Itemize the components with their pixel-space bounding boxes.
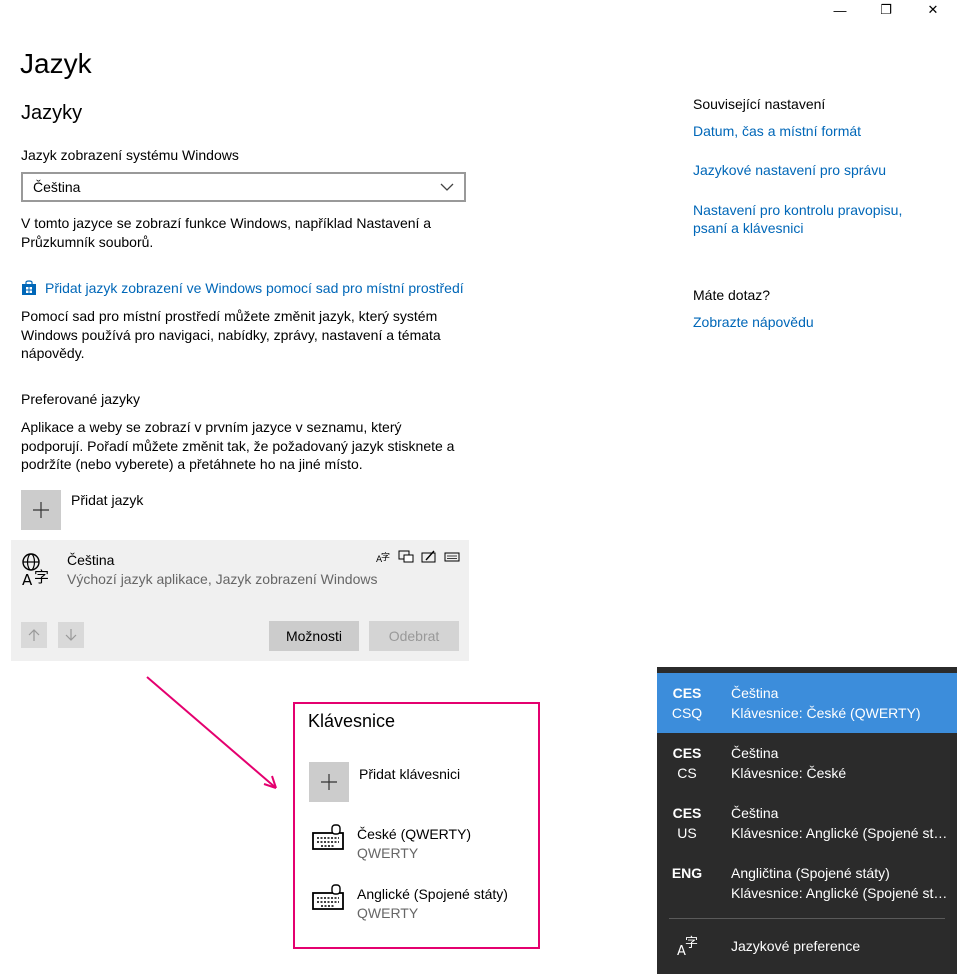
language-card-cestina[interactable]: A 字 Čeština Výchozí jazyk aplikace, Jazy… [11, 540, 469, 661]
svg-text:字: 字 [34, 568, 49, 586]
text-to-speech-icon: A字 [376, 551, 390, 564]
flyout-code-lang: CES [672, 745, 702, 761]
language-preferences-label: Jazykové preference [731, 938, 861, 954]
link-date-time-region[interactable]: Datum, čas a místní formát [693, 122, 861, 140]
flyout-lang: Čeština [731, 685, 779, 701]
display-language-select[interactable]: Čeština [21, 172, 466, 202]
page-title: Jazyk [20, 48, 92, 79]
flyout-code-lang: ENG [671, 865, 703, 881]
keyboard-item[interactable]: Anglické (Spojené státy) QWERTY [309, 882, 529, 922]
close-button[interactable]: ✕ [910, 0, 956, 20]
svg-text:字: 字 [381, 551, 390, 563]
flyout-item-ces-us[interactable]: CES US Čeština Klávesnice: Anglické (Spoje… [657, 793, 957, 853]
language-preferences-icon: A 字 [677, 936, 698, 957]
keyboard-layout: QWERTY [357, 845, 419, 861]
flyout-code-kb: CSQ [671, 705, 703, 721]
close-icon: ✕ [927, 2, 939, 17]
remove-button[interactable]: Odebrat [369, 621, 459, 651]
flyout-kb: Klávesnice: Anglické (Spojené státy) [731, 825, 951, 841]
chevron-down-icon [440, 183, 454, 191]
move-up-button[interactable] [21, 622, 47, 648]
restore-icon: ❐ [880, 2, 892, 17]
add-display-language-description: Pomocí sad pro místní prostředí můžete z… [21, 308, 441, 361]
store-icon [22, 280, 36, 295]
svg-text:字: 字 [685, 936, 698, 951]
flyout-lang: Čeština [731, 805, 779, 821]
add-language-button[interactable] [21, 490, 61, 530]
keyboard-name: Anglické (Spojené státy) [357, 886, 508, 902]
speech-icon [398, 550, 414, 563]
minimize-icon: — [833, 2, 847, 18]
add-keyboard-button[interactable] [309, 762, 349, 802]
flyout-item-eng[interactable]: ENG Angličtina (Spojené státy) Klávesnice… [657, 853, 957, 913]
flyout-code-kb: US [677, 825, 697, 841]
keyboard-icon [312, 824, 344, 850]
svg-text:A: A [22, 571, 33, 588]
add-display-language-link-label: Přidat jazyk zobrazení ve Windows pomocí… [45, 280, 464, 296]
flyout-code-lang: CES [672, 685, 702, 701]
language-detail: Výchozí jazyk aplikace, Jazyk zobrazení … [67, 571, 378, 587]
arrow-down-icon [65, 629, 77, 641]
keyboard-icon [444, 552, 460, 562]
handwriting-icon [421, 550, 436, 563]
flyout-divider [669, 918, 945, 919]
question-heading: Máte dotaz? [693, 287, 771, 303]
flyout-kb: Klávesnice: České (QWERTY) [731, 705, 921, 721]
keyboard-icon [312, 884, 344, 910]
arrow-up-icon [28, 629, 40, 641]
flyout-kb: Klávesnice: Anglické (Spojené státy) [731, 885, 951, 901]
input-switcher-flyout: CES CSQ Čeština Klávesnice: České (QWERTY)… [657, 667, 957, 974]
keyboard-layout: QWERTY [357, 905, 419, 921]
move-down-button[interactable] [58, 622, 84, 648]
plus-icon [321, 774, 337, 790]
flyout-lang: Čeština [731, 745, 779, 761]
keyboard-panel: Klávesnice Přidat klávesnici České (QWER… [293, 702, 540, 949]
flyout-code-lang: CES [672, 805, 702, 821]
keyboard-name: České (QWERTY) [357, 826, 472, 842]
language-icon: A 字 [22, 553, 49, 588]
link-spelling-typing-keyboard[interactable]: Nastavení pro kontrolu pravopisu, psaní … [693, 201, 923, 237]
flyout-item-ces-cs[interactable]: CES CS Čeština Klávesnice: České [657, 733, 957, 793]
display-language-description: V tomto jazyce se zobrazí funkce Windows… [21, 215, 432, 250]
add-keyboard-label: Přidat klávesnici [359, 766, 461, 782]
restore-button[interactable]: ❐ [863, 0, 909, 20]
display-language-label: Jazyk zobrazení systému Windows [21, 147, 239, 163]
flyout-code-kb: CS [677, 765, 697, 781]
options-button[interactable]: Možnosti [269, 621, 359, 651]
preferred-languages-description: Aplikace a weby se zobrazí v prvním jazy… [21, 419, 455, 472]
keyboard-item[interactable]: České (QWERTY) QWERTY [309, 822, 529, 862]
add-display-language-link[interactable]: Přidat jazyk zobrazení ve Windows pomocí… [21, 279, 464, 297]
add-language-label: Přidat jazyk [71, 492, 144, 508]
related-settings-heading: Související nastavení [693, 96, 826, 112]
flyout-kb: Klávesnice: České [731, 765, 847, 781]
plus-icon [33, 502, 49, 518]
language-name: Čeština [67, 552, 115, 568]
keyboard-panel-title: Klávesnice [308, 711, 396, 731]
preferred-languages-label: Preferované jazyky [21, 391, 141, 407]
language-preferences-button[interactable]: A 字 Jazykové preference [657, 923, 957, 973]
link-admin-language[interactable]: Jazykové nastavení pro správu [693, 161, 886, 179]
help-link[interactable]: Zobrazte nápovědu [693, 313, 814, 331]
flyout-lang: Angličtina (Spojené státy) [731, 865, 890, 881]
section-title: Jazyky [21, 102, 83, 124]
flyout-item-ces-csq[interactable]: CES CSQ Čeština Klávesnice: České (QWERTY) [657, 673, 957, 733]
display-language-value: Čeština [33, 179, 81, 195]
minimize-button[interactable]: — [817, 0, 863, 20]
